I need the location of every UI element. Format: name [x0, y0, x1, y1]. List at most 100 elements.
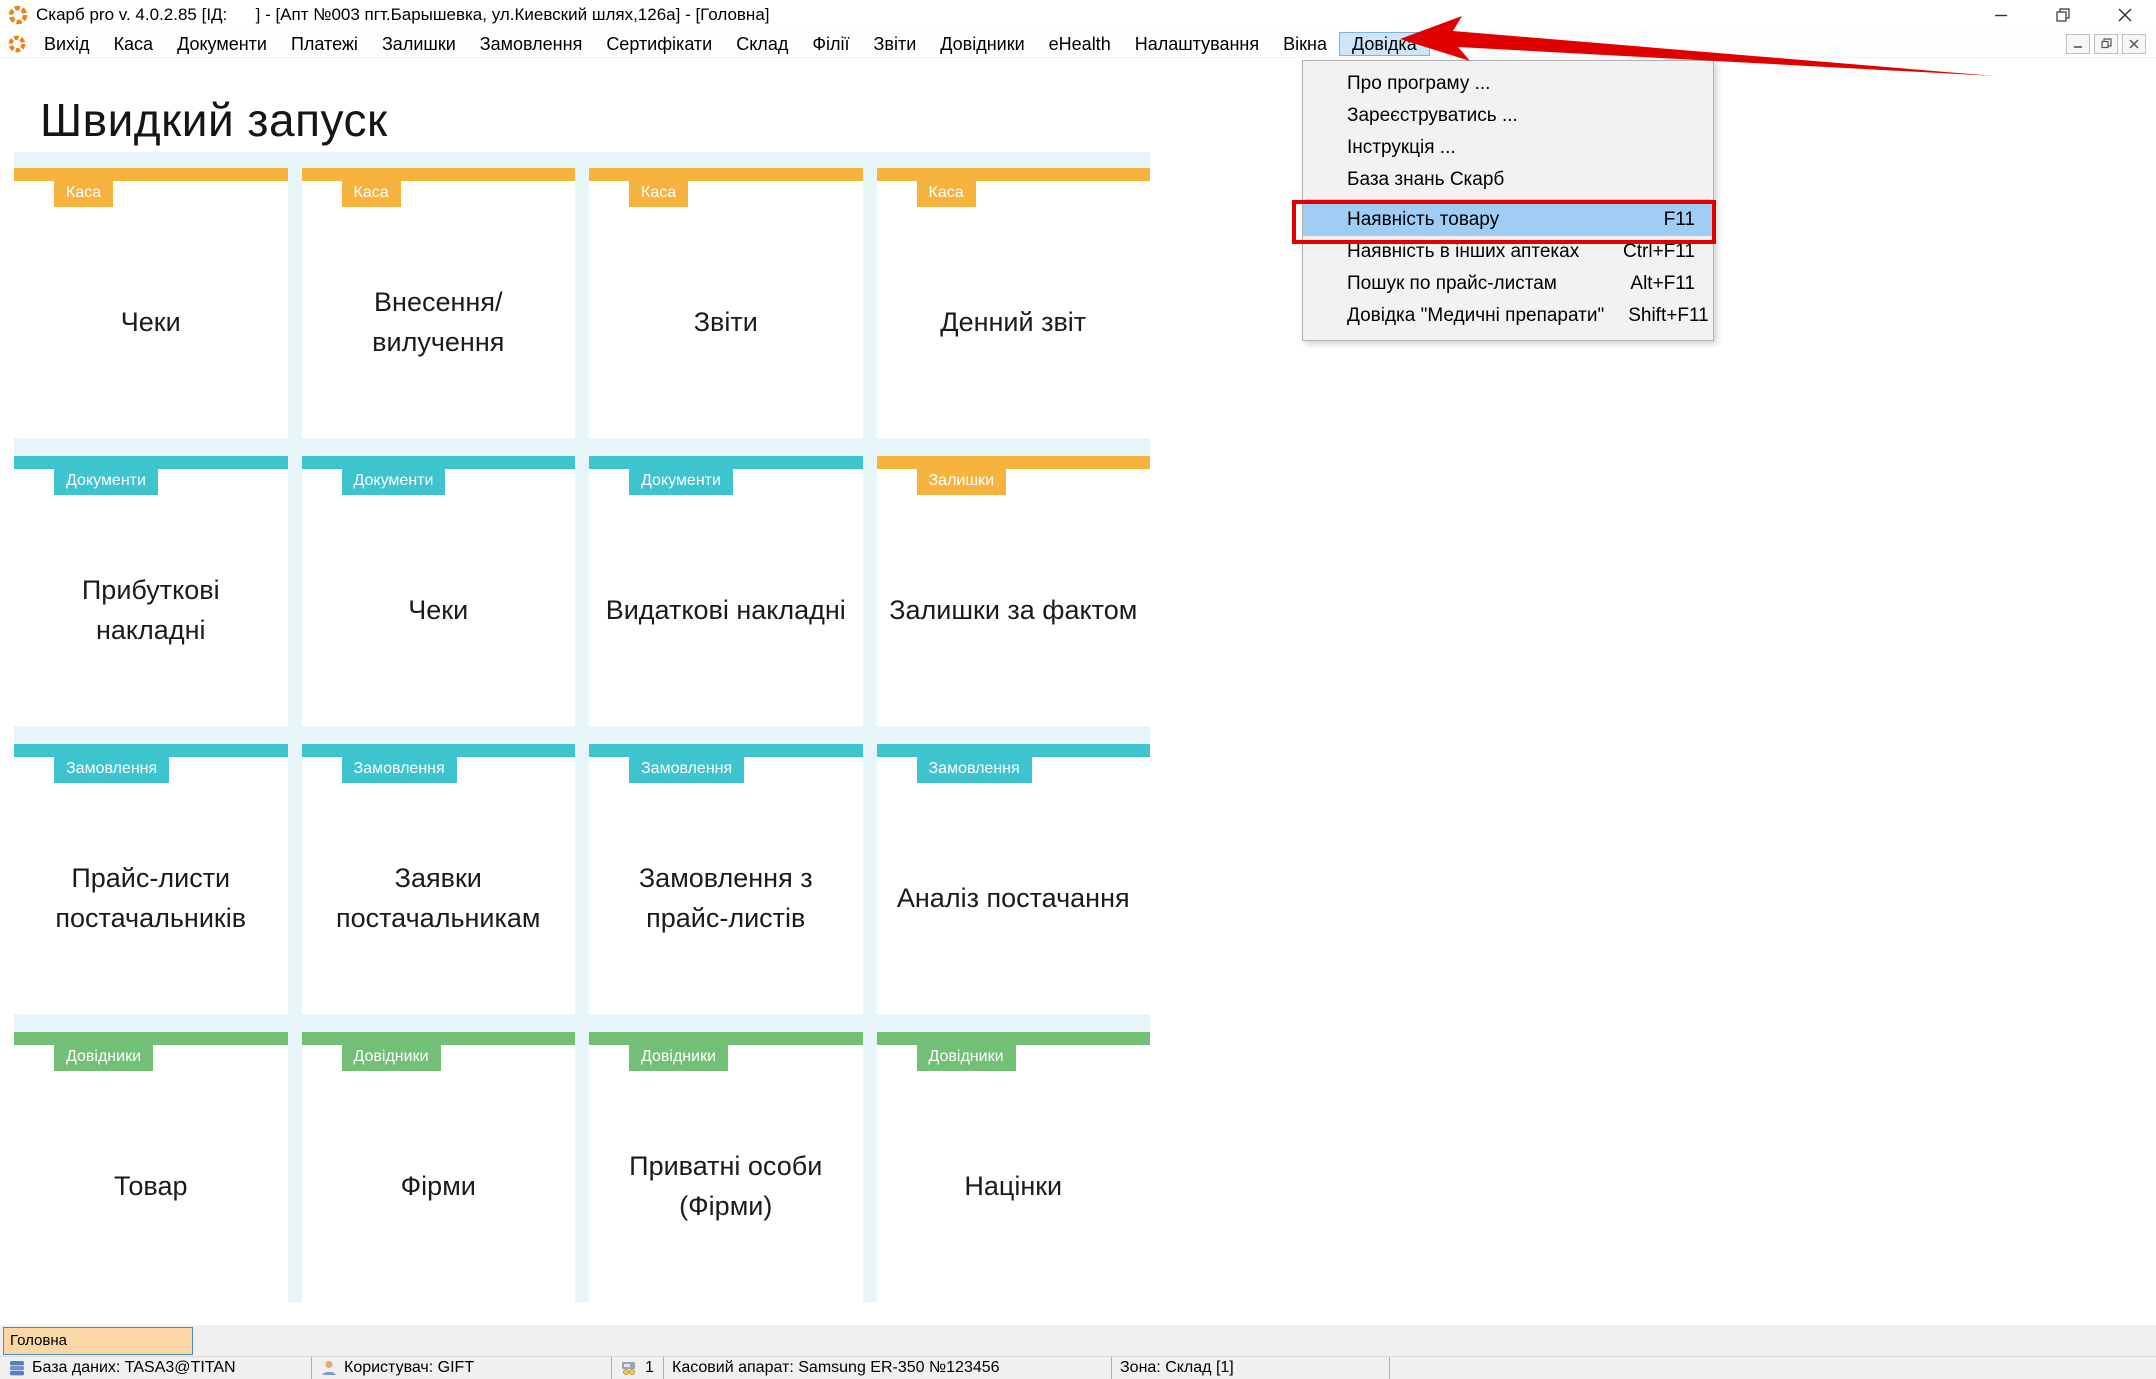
tile-analiz-postachannia[interactable]: Замовлення Аналіз постачання: [876, 744, 1150, 1014]
menu-item-nalashtuvannia[interactable]: Налаштування: [1123, 32, 1271, 56]
mdi-restore-button[interactable]: [2094, 33, 2118, 54]
cash-register-icon: [622, 1362, 635, 1375]
tile-category-badge: Довідники: [341, 1045, 441, 1071]
child-window-icon: [8, 35, 26, 52]
tile-tovar[interactable]: Довідники Товар: [14, 1032, 288, 1302]
quick-launch-panel: Швидкий запуск Каса Чеки Каса Внесення/в…: [14, 88, 1150, 1302]
tile-strip: [876, 168, 1150, 181]
tile-zalyshky-za-faktom[interactable]: Залишки Залишки за фактом: [876, 456, 1150, 726]
tile-strip: [589, 168, 863, 181]
tile-zaiavky-postachalnykam[interactable]: Замовлення Заявки постачальникам: [301, 744, 575, 1014]
tile-prybutkovi-nakladni[interactable]: Документи Прибуткові накладні: [14, 456, 288, 726]
title-bar: Скарб pro v. 4.0.2.85 [ІД: ] - [Апт №003…: [0, 0, 2156, 30]
tile-grid: Каса Чеки Каса Внесення/вилучення Каса З…: [14, 152, 1150, 1302]
tile-strip: [589, 456, 863, 469]
tile-strip: [589, 1032, 863, 1045]
tile-natsinky[interactable]: Довідники Націнки: [876, 1032, 1150, 1302]
tile-category-badge: Залишки: [916, 469, 1007, 495]
tile-strip: [876, 456, 1150, 469]
tile-title: Видаткові накладні: [605, 594, 846, 625]
tile-prais-lysty-postachalnykiv[interactable]: Замовлення Прайс-листи постачальників: [14, 744, 288, 1014]
tile-cheky-kasa[interactable]: Каса Чеки: [14, 168, 288, 438]
mdi-minimize-button[interactable]: [2066, 33, 2090, 54]
tile-zvity[interactable]: Каса Звіти: [589, 168, 863, 438]
menu-item-naiavnist-tovaru[interactable]: Наявність товару F11: [1303, 204, 1713, 236]
menu-item-ehealth[interactable]: eHealth: [1037, 32, 1123, 56]
status-user: Користувач: GIFT: [312, 1357, 612, 1379]
tile-vnesennia-vyluchennia[interactable]: Каса Внесення/вилучення: [301, 168, 575, 438]
tile-strip: [301, 168, 575, 181]
tile-title: Чеки: [120, 306, 181, 337]
tile-title: Залишки за фактом: [889, 594, 1138, 625]
menu-item-dovidka[interactable]: Довідка: [1338, 31, 1430, 56]
tile-pryvatni-osoby[interactable]: Довідники Приватні особи (Фірми): [589, 1032, 863, 1302]
menu-item-kasa[interactable]: Каса: [102, 32, 166, 56]
tile-category-badge: Замовлення: [629, 757, 745, 783]
status-cash-count: 1: [612, 1357, 664, 1379]
menu-item-poshuk-po-prais-lystam[interactable]: Пошук по прайс-листам Alt+F11: [1303, 268, 1713, 300]
tile-vydatkovi-nakladni[interactable]: Документи Видаткові накладні: [589, 456, 863, 726]
status-zone: Зона: Склад [1]: [1112, 1357, 1390, 1379]
menu-item-instruktsiia[interactable]: Інструкція ...: [1303, 132, 1713, 164]
menu-item-vikna[interactable]: Вікна: [1271, 32, 1339, 56]
menu-item-zvity[interactable]: Звіти: [862, 32, 929, 56]
mdi-close-button[interactable]: [2122, 33, 2146, 54]
tab-row: Головна: [0, 1325, 2156, 1356]
tile-strip: [301, 1032, 575, 1045]
tile-title: Фірми: [400, 1170, 476, 1201]
menu-item-filii[interactable]: Філії: [800, 32, 861, 56]
menu-item-sklad[interactable]: Склад: [724, 32, 800, 56]
menu-bar: Вихід Каса Документи Платежі Залишки Зам…: [0, 30, 2156, 58]
tile-strip: [301, 744, 575, 757]
tile-category-badge: Документи: [341, 469, 446, 495]
tile-title: Денний звіт: [940, 306, 1087, 337]
tile-title: Прибуткові накладні: [81, 575, 220, 645]
user-icon: [322, 1360, 336, 1375]
tile-dennyi-zvit[interactable]: Каса Денний звіт: [876, 168, 1150, 438]
tile-category-badge: Довідники: [54, 1045, 154, 1071]
menu-item-dokumenty[interactable]: Документи: [165, 32, 279, 56]
menu-item-platezhi[interactable]: Платежі: [279, 32, 370, 56]
tile-category-badge: Документи: [629, 469, 733, 495]
menu-item-naiavnist-v-inshykh-aptekakh[interactable]: Наявність в інших аптеках Ctrl+F11: [1303, 236, 1713, 268]
tile-strip: [589, 744, 863, 757]
tile-strip: [14, 168, 288, 181]
menu-item-sertyfikaty[interactable]: Сертифікати: [594, 32, 724, 56]
database-icon: [10, 1361, 24, 1376]
page-title: Швидкий запуск: [14, 88, 1150, 152]
tile-zamovlennia-z-prais-lystiv[interactable]: Замовлення Замовлення з прайс-листів: [589, 744, 863, 1014]
tile-title: Націнки: [964, 1170, 1063, 1201]
tile-category-badge: Каса: [916, 181, 976, 207]
tile-cheky-dokumenty[interactable]: Документи Чеки: [301, 456, 575, 726]
close-button[interactable]: [2094, 0, 2156, 30]
tile-title: Приватні особи (Фірми): [629, 1151, 823, 1221]
tile-title: Заявки постачальникам: [335, 863, 541, 933]
menu-item-vykhid[interactable]: Вихід: [32, 32, 102, 56]
tile-strip: [876, 744, 1150, 757]
tile-strip: [876, 1032, 1150, 1045]
menu-item-dovidka-medychni-preparaty[interactable]: Довідка "Медичні препарати" Shift+F11: [1303, 300, 1713, 332]
menu-item-zamovlennia[interactable]: Замовлення: [468, 32, 595, 56]
help-dropdown-menu: Про програму ... Зареєструватись ... Інс…: [1302, 60, 1714, 341]
tile-title: Прайс-листи постачальників: [55, 863, 247, 933]
tile-title: Товар: [114, 1170, 188, 1201]
tile-category-badge: Каса: [54, 181, 114, 207]
tile-strip: [14, 456, 288, 469]
tile-category-badge: Каса: [629, 181, 689, 207]
tile-title: Замовлення з прайс-листів: [638, 863, 813, 933]
tile-title: Чеки: [408, 594, 469, 625]
tile-strip: [14, 744, 288, 757]
status-cash-register: Касовий апарат: Samsung ER-350 №123456: [664, 1357, 1112, 1379]
menu-item-dovidnyky[interactable]: Довідники: [928, 32, 1036, 56]
status-bar: База даних: TASA3@TITAN Користувач: GIFT…: [0, 1356, 2156, 1379]
menu-item-zalyshky[interactable]: Залишки: [370, 32, 468, 56]
minimize-button[interactable]: [1970, 0, 2032, 30]
tile-firmy[interactable]: Довідники Фірми: [301, 1032, 575, 1302]
status-empty: [1390, 1357, 2156, 1379]
menu-item-zareiestruvatys[interactable]: Зареєструватись ...: [1303, 100, 1713, 132]
menu-item-baza-znan[interactable]: База знань Скарб: [1303, 164, 1713, 196]
restore-button[interactable]: [2032, 0, 2094, 30]
tile-category-badge: Замовлення: [916, 757, 1032, 783]
tab-holovna[interactable]: Головна: [3, 1327, 193, 1355]
menu-item-pro-prohramu[interactable]: Про програму ...: [1303, 68, 1713, 100]
